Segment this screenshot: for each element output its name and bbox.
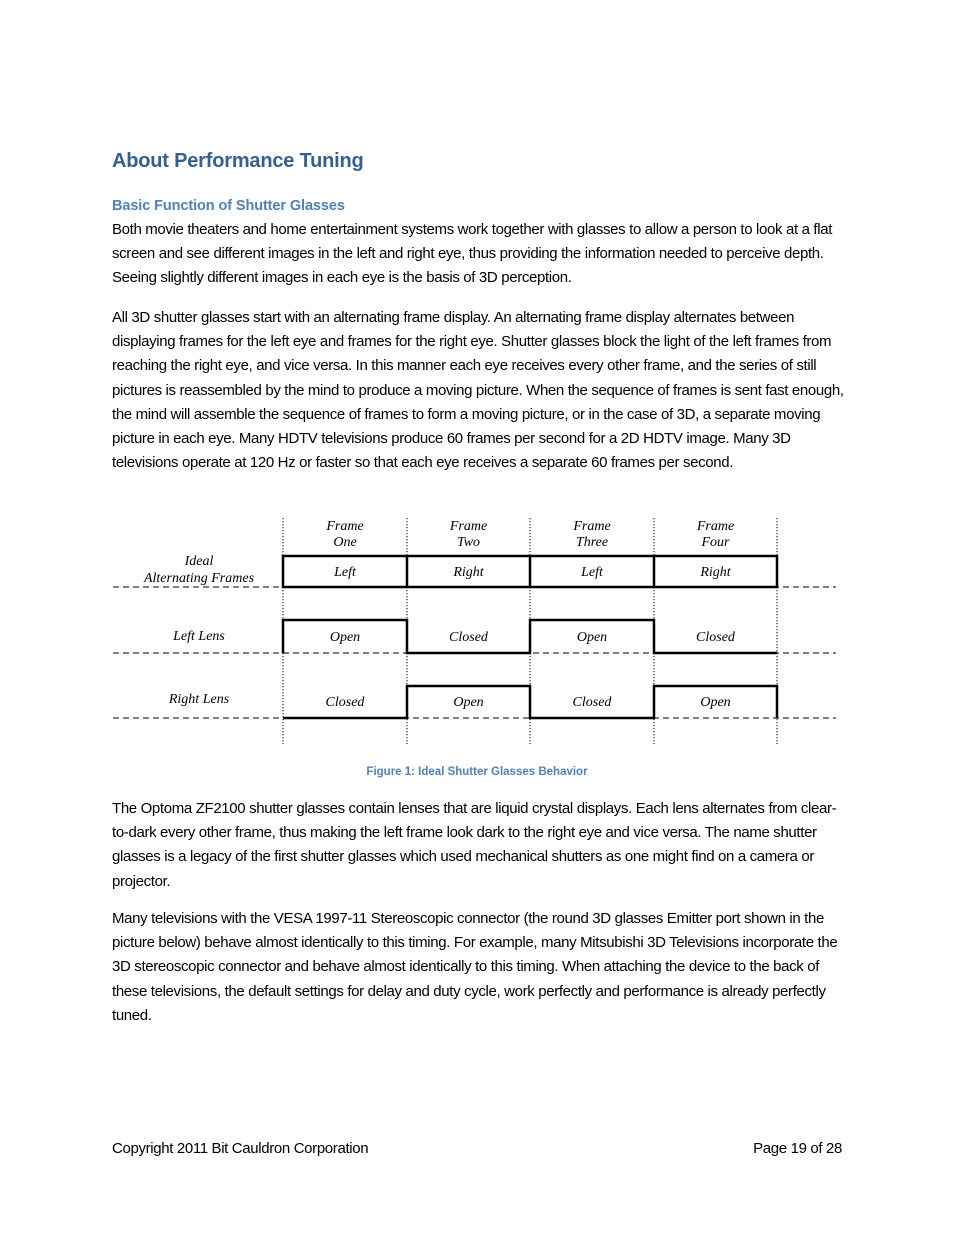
paragraph: Many televisions with the VESA 1997-11 S…	[112, 910, 838, 1024]
row-label-right-lens: Right Lens	[168, 692, 230, 707]
frame-header-label: Frame	[696, 519, 734, 534]
document-page: About Performance Tuning Basic Function …	[0, 0, 954, 1235]
frame-header-label: Frame	[449, 519, 487, 534]
frame-header-label: Four	[701, 535, 731, 550]
page-heading: About Performance Tuning	[112, 150, 364, 172]
paragraph: Both movie theaters and home entertainme…	[112, 221, 833, 287]
cell-label: Closed	[326, 695, 366, 710]
frame-header-label: Three	[576, 535, 608, 550]
footer-copyright: Copyright 2011 Bit Cauldron Corporation	[112, 1140, 369, 1157]
frame-header-label: One	[333, 535, 356, 550]
shutter-timing-diagram: Frame One Frame Two Frame Three Frame Fo…	[113, 518, 836, 744]
footer-page-number: Page 19 of 28	[753, 1140, 842, 1157]
figure-caption: Figure 1: Ideal Shutter Glasses Behavior	[366, 766, 588, 778]
cell-label: Open	[577, 630, 607, 645]
cell-label: Open	[453, 695, 483, 710]
cell-label: Open	[330, 630, 360, 645]
frame-header-label: Two	[457, 535, 480, 550]
frame-header-label: Frame	[572, 519, 610, 534]
cell-label: Right	[699, 565, 731, 580]
cell-label: Closed	[573, 695, 613, 710]
cell-label: Closed	[696, 630, 736, 645]
row-label-left-lens: Left Lens	[172, 629, 225, 644]
paragraph: The Optoma ZF2100 shutter glasses contai…	[112, 800, 837, 890]
row-label-ideal: Ideal	[184, 554, 214, 569]
cell-label: Right	[452, 565, 484, 580]
paragraph: All 3D shutter glasses start with an alt…	[112, 309, 844, 472]
section-subheading: Basic Function of Shutter Glasses	[112, 198, 345, 214]
row-label-ideal: Alternating Frames	[143, 571, 255, 586]
cell-label: Left	[580, 565, 604, 580]
cell-label: Open	[700, 695, 730, 710]
cell-label: Left	[333, 565, 357, 580]
diagram-labels: Frame One Frame Two Frame Three Frame Fo…	[143, 519, 736, 710]
cell-label: Closed	[449, 630, 489, 645]
frame-header-label: Frame	[325, 519, 363, 534]
